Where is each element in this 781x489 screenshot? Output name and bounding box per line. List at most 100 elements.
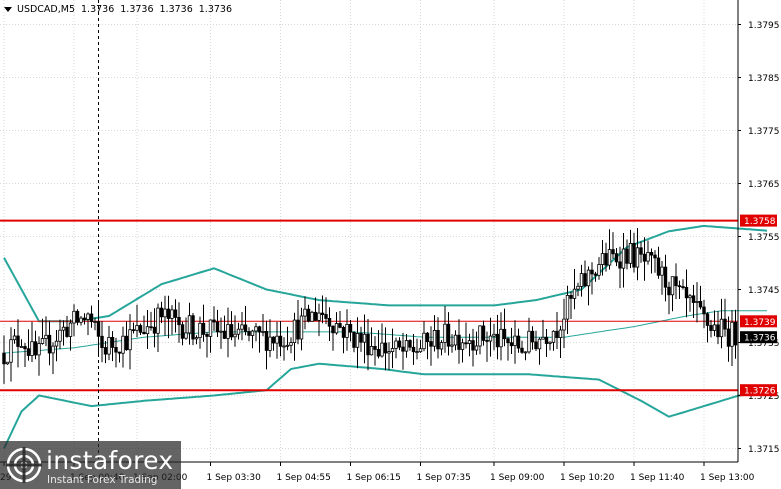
- candle-up: [40, 338, 45, 344]
- candle-down: [534, 341, 538, 350]
- price-chart[interactable]: 1.3795 1.3785 1.3775 1.3765 1.3755 1.3745 1.37…: [0, 0, 781, 489]
- candle-up: [695, 300, 699, 303]
- low-value: 1.3736: [159, 4, 193, 15]
- candle-down: [373, 345, 377, 350]
- candle-down: [149, 326, 153, 329]
- candle-down: [590, 269, 594, 275]
- candle-up: [93, 321, 97, 323]
- price-tick-label: 1.3715: [748, 445, 780, 455]
- candle-up: [492, 333, 496, 337]
- candle-down: [124, 335, 129, 351]
- candle-up: [562, 318, 566, 331]
- menu-triangle-icon[interactable]: [4, 7, 12, 12]
- candle-down: [16, 335, 20, 347]
- candle-down: [376, 348, 381, 357]
- candle-up: [135, 325, 139, 331]
- candle-up: [576, 285, 580, 290]
- candle-down: [327, 317, 332, 327]
- candle-up: [646, 251, 650, 262]
- candle-up: [467, 340, 472, 344]
- candle-up: [282, 345, 286, 348]
- candle-down: [247, 331, 251, 336]
- candle-down: [502, 328, 507, 340]
- candle-up: [240, 324, 244, 330]
- watermark-name: instaforex: [46, 446, 174, 475]
- candle-down: [366, 333, 370, 356]
- time-tick-label: 1 Sep 06:15: [347, 473, 401, 483]
- candle-down: [611, 249, 615, 255]
- candle-down: [698, 300, 703, 308]
- candle-up: [121, 335, 125, 354]
- candle-up: [488, 335, 493, 342]
- candle-up: [233, 333, 237, 338]
- candle-down: [320, 312, 325, 316]
- candle-down: [632, 242, 636, 268]
- candle-up: [261, 330, 265, 333]
- candle-up: [5, 361, 10, 365]
- candle-up: [30, 341, 34, 356]
- candle-down: [173, 309, 178, 318]
- candle-down: [177, 316, 181, 326]
- candle-up: [551, 330, 556, 343]
- candle-down: [82, 317, 87, 321]
- candle-up: [415, 351, 419, 354]
- current-price-tag-label: 1.3736: [744, 334, 776, 344]
- high-value: 1.3736: [120, 4, 154, 15]
- candle-down: [733, 321, 738, 346]
- candle-down: [684, 286, 689, 299]
- candle-up: [369, 345, 374, 356]
- candle-up: [527, 330, 531, 353]
- candle-down: [75, 310, 80, 323]
- close-value: 1.3736: [198, 4, 233, 15]
- candle-up: [250, 330, 255, 336]
- candle-up: [187, 315, 192, 334]
- candle-down: [446, 323, 451, 347]
- candle-up: [362, 333, 367, 343]
- candle-up: [303, 308, 307, 317]
- candle-up: [513, 335, 517, 347]
- candle-up: [439, 342, 444, 350]
- candle-up: [86, 313, 90, 320]
- candle-up: [628, 242, 633, 264]
- candle-up: [660, 266, 664, 276]
- price-tick-label: 1.3785: [748, 74, 780, 84]
- time-tick-label: 1 Sep 09:00: [490, 473, 545, 483]
- candle-down: [464, 342, 468, 345]
- candle-down: [65, 326, 69, 337]
- price-tick-label: 1.3745: [748, 286, 780, 296]
- candle-up: [226, 324, 230, 339]
- candle-down: [89, 313, 94, 323]
- candle-down: [243, 324, 248, 332]
- candle-down: [278, 335, 283, 347]
- candle-down: [625, 248, 629, 264]
- price-tick-label: 1.3755: [748, 233, 780, 243]
- candle-up: [688, 295, 692, 299]
- candle-up: [499, 328, 503, 348]
- time-tick-label: 1 Sep 10:20: [560, 473, 615, 483]
- candle-up: [58, 329, 62, 342]
- candle-up: [586, 269, 591, 287]
- candle-up: [607, 249, 612, 266]
- candle-down: [457, 334, 461, 350]
- candle-down: [131, 329, 136, 332]
- candle-down: [642, 253, 647, 262]
- candle-down: [2, 352, 6, 365]
- symbol-label: USDCAD,M5: [17, 4, 76, 15]
- candle-up: [275, 335, 279, 344]
- candle-up: [236, 328, 241, 335]
- candle-down: [674, 276, 678, 287]
- candle-down: [201, 322, 206, 335]
- candle-up: [355, 332, 360, 348]
- watermark-tagline: Instant Forex Trading: [47, 474, 158, 486]
- candle-up: [51, 345, 55, 354]
- candle-up: [254, 326, 258, 332]
- open-value: 1.3736: [81, 4, 115, 15]
- candle-down: [408, 340, 412, 348]
- candle-down: [191, 315, 195, 340]
- candle-up: [572, 288, 577, 299]
- candle-up: [194, 337, 199, 340]
- candle-up: [565, 294, 570, 320]
- candle-down: [47, 334, 52, 354]
- candle-down: [506, 338, 510, 344]
- candle-up: [12, 335, 17, 341]
